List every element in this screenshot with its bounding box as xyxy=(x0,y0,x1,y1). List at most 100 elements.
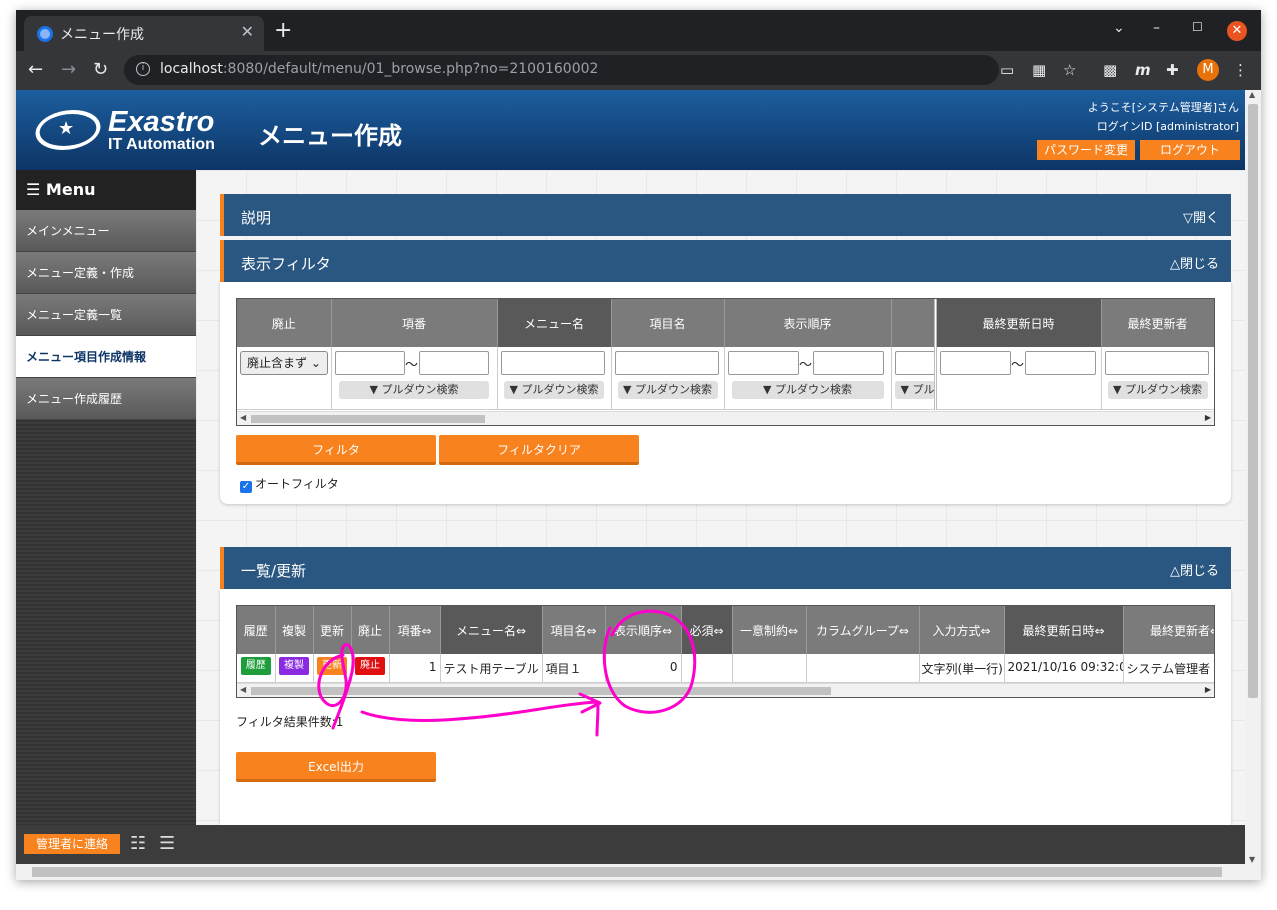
filter-table-scrollbar[interactable]: ◀ ▶ xyxy=(237,411,1214,425)
contact-admin-button[interactable]: 管理者に連絡 xyxy=(24,834,120,854)
filter-button[interactable]: フィルタ xyxy=(236,435,436,465)
copy-button[interactable]: 複製 xyxy=(279,657,309,675)
profile-avatar[interactable]: M xyxy=(1197,59,1219,81)
scrollbar-thumb[interactable] xyxy=(1248,104,1258,698)
filter-clear-button[interactable]: フィルタクリア xyxy=(439,435,639,465)
list-header-sortable[interactable]: 最終更新日時⇔ xyxy=(1004,606,1124,654)
list-header-sortable[interactable]: 入力方式⇔ xyxy=(919,606,1005,654)
list-header: 更新 xyxy=(313,606,352,654)
list-header-sortable[interactable]: 項番⇔ xyxy=(389,606,441,654)
scrollbar-thumb[interactable] xyxy=(251,687,831,695)
section-title: 説明 xyxy=(241,209,272,227)
url-text: localhost:8080/default/menu/01_browse.ph… xyxy=(160,61,599,77)
main-content: 説明 ▽開く 表示フィルタ △閉じる 廃止 項番 メニュー名 項目名 表示順序 … xyxy=(196,170,1245,825)
pulldown-search-button[interactable]: ▼ プルダウン検索 xyxy=(1107,381,1208,399)
filter-header: 廃止 xyxy=(237,299,332,347)
pulldown-search-button[interactable]: ▼ プルダウン検索 xyxy=(617,381,718,399)
item-name-input[interactable] xyxy=(614,351,719,375)
close-tab-icon[interactable]: ✕ xyxy=(241,22,254,41)
no-to-input[interactable] xyxy=(418,351,489,375)
sidebar-item-main-menu[interactable]: メインメニュー xyxy=(16,210,196,252)
filter-header xyxy=(1214,299,1215,347)
scrollbar-thumb[interactable] xyxy=(251,415,485,423)
pulldown-search-button[interactable]: ▼ プルダウン検索 xyxy=(731,381,884,399)
sidebar-heading[interactable]: ☰ Menu xyxy=(16,170,196,210)
sidebar-item-menu-list[interactable]: メニュー定義一覧 xyxy=(16,294,196,336)
bookmark-star-icon[interactable]: ☆ xyxy=(1063,61,1076,79)
filter-table: 廃止 項番 メニュー名 項目名 表示順序 最終更新日時 最終更新者 廃止含まず … xyxy=(237,299,1215,410)
extensions-puzzle-icon[interactable]: ✚ xyxy=(1166,61,1179,79)
address-bar[interactable]: i localhost:8080/default/menu/01_browse.… xyxy=(124,55,999,85)
order-to-input[interactable] xyxy=(812,351,884,375)
layout-toggle-icon[interactable]: ☷ xyxy=(130,834,150,854)
browser-menu-icon[interactable]: ⋮ xyxy=(1233,61,1248,79)
cast-icon[interactable]: ▭ xyxy=(1000,61,1014,79)
open-toggle[interactable]: ▽開く xyxy=(1183,207,1219,226)
sidebar-item-menu-items[interactable]: メニュー項目作成情報 xyxy=(16,336,196,378)
qr-code-icon[interactable]: ▩ xyxy=(1103,61,1117,79)
reload-icon[interactable]: ↻ xyxy=(93,59,108,80)
minimize-icon[interactable]: – xyxy=(1153,20,1160,36)
list-header-sortable[interactable]: 項目名⇔ xyxy=(542,606,606,654)
password-change-button[interactable]: パスワード変更 xyxy=(1037,140,1135,160)
exastro-logo[interactable]: ★ Exastro IT Automation xyxy=(30,106,231,154)
discard-button[interactable]: 廃止 xyxy=(355,657,385,675)
list-table: 履歴 複製 更新 廃止 項番⇔ メニュー名⇔ 項目名⇔ 表示順序⇔ 必須⇔ 一意… xyxy=(237,606,1214,683)
list-view-icon[interactable]: ☰ xyxy=(159,834,179,854)
browser-tab[interactable]: メニュー作成 ✕ xyxy=(24,16,264,51)
updated-from-input[interactable] xyxy=(939,351,1011,375)
back-icon[interactable]: ← xyxy=(28,59,43,80)
menu-name-input[interactable] xyxy=(500,351,605,375)
filter-panel: 廃止 項番 メニュー名 項目名 表示順序 最終更新日時 最終更新者 廃止含まず … xyxy=(220,282,1231,504)
close-toggle[interactable]: △閉じる xyxy=(1170,253,1219,272)
list-header-sortable[interactable]: カラムグループ⇔ xyxy=(806,606,920,654)
close-window-icon[interactable]: ✕ xyxy=(1227,21,1247,41)
sidebar-item-history[interactable]: メニュー作成履歴 xyxy=(16,378,196,420)
updated-by-input[interactable] xyxy=(1104,351,1209,375)
filter-input[interactable] xyxy=(894,351,932,375)
discard-select[interactable]: 廃止含まず ⌄ xyxy=(240,351,328,375)
cell-item-name: 項目１ xyxy=(542,654,606,683)
close-toggle[interactable]: △閉じる xyxy=(1170,560,1219,579)
pulldown-search-button[interactable]: ▼ プル xyxy=(894,381,932,399)
tab-title: メニュー作成 xyxy=(60,27,144,43)
page-horizontal-scrollbar[interactable] xyxy=(16,864,1261,880)
page-vertical-scrollbar[interactable]: ▲ ▼ xyxy=(1245,90,1261,864)
cell-order: 0 xyxy=(605,654,682,683)
list-header-sortable[interactable]: 表示順序⇔ xyxy=(605,606,682,654)
pulldown-search-button[interactable]: ▼ プルダウン検索 xyxy=(339,381,489,399)
filter-section-bar[interactable]: 表示フィルタ △閉じる xyxy=(220,240,1231,282)
cell-menu-name: テスト用テーブル xyxy=(440,654,543,683)
no-from-input[interactable] xyxy=(334,351,405,375)
excel-export-button[interactable]: Excel出力 xyxy=(236,752,436,782)
list-header: 複製 xyxy=(275,606,314,654)
login-id-text: ログインID [administrator] xyxy=(1096,120,1239,133)
tab-search-icon[interactable]: ⌄ xyxy=(1113,20,1125,36)
site-info-icon[interactable]: i xyxy=(136,62,150,76)
update-button[interactable]: 更新 xyxy=(317,657,347,675)
sidebar-item-menu-definition[interactable]: メニュー定義・作成 xyxy=(16,252,196,294)
browser-window: メニュー作成 ✕ + ⌄ – ☐ ✕ ← → ↻ i localhost:808… xyxy=(16,10,1261,880)
list-header-sortable[interactable]: メニュー名⇔ xyxy=(440,606,543,654)
logout-button[interactable]: ログアウト xyxy=(1140,140,1240,160)
extension-m-icon[interactable]: m xyxy=(1135,61,1151,79)
description-section-bar[interactable]: 説明 ▽開く xyxy=(220,194,1231,236)
updated-to-input[interactable] xyxy=(1024,351,1096,375)
scrollbar-thumb[interactable] xyxy=(32,867,1222,877)
new-tab-icon[interactable]: + xyxy=(274,18,292,43)
filter-header: 最終更新者 xyxy=(1101,299,1214,347)
list-table-scrollbar[interactable]: ◀ ▶ xyxy=(237,683,1214,697)
qr-scan-icon[interactable]: ▦ xyxy=(1032,61,1046,79)
auto-filter-checkbox[interactable]: ✓ オートフィルタ xyxy=(240,475,339,493)
filter-header xyxy=(891,299,937,347)
maximize-icon[interactable]: ☐ xyxy=(1192,20,1203,34)
list-header-sortable[interactable]: 一意制約⇔ xyxy=(732,606,807,654)
list-header-sortable[interactable]: 必須⇔ xyxy=(681,606,733,654)
order-from-input[interactable] xyxy=(727,351,799,375)
forward-icon[interactable]: → xyxy=(61,59,76,80)
history-button[interactable]: 履歴 xyxy=(240,657,271,675)
list-header-sortable[interactable]: 最終更新者⇔ xyxy=(1123,606,1214,654)
pulldown-search-button[interactable]: ▼ プルダウン検索 xyxy=(504,381,604,399)
list-table-container: 履歴 複製 更新 廃止 項番⇔ メニュー名⇔ 項目名⇔ 表示順序⇔ 必須⇔ 一意… xyxy=(236,605,1215,698)
list-section-bar[interactable]: 一覧/更新 △閉じる xyxy=(220,547,1231,589)
